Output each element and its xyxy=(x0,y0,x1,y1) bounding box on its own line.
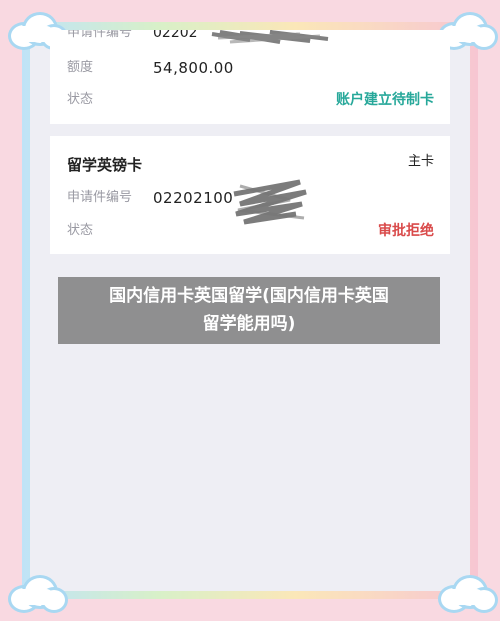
status-row: 状态 账户建立待制卡 xyxy=(67,89,434,111)
status-value: 账户建立待制卡 xyxy=(336,92,434,108)
cloud-icon xyxy=(8,575,68,613)
application-card[interactable]: 申请件编号 02202 额度 54,800.00 状态 账户建立待制卡 xyxy=(50,30,450,124)
amount-row: 额度 54,800.00 xyxy=(67,57,434,79)
redaction-scribble xyxy=(211,30,329,44)
application-card[interactable]: 留学英镑卡 主卡 申请件编号 02202100 状态 审批拒绝 xyxy=(50,136,450,254)
article-title-overlay: 国内信用卡英国留学(国内信用卡英国 留学能用吗) xyxy=(58,277,440,344)
application-number-label: 申请件编号 xyxy=(67,30,133,40)
amount-label: 额度 xyxy=(67,60,94,75)
application-number-label: 申请件编号 xyxy=(67,190,133,205)
caption-line-1: 国内信用卡英国留学(国内信用卡英国 xyxy=(109,286,389,306)
redaction-scribble xyxy=(233,179,307,225)
card-product-title: 留学英镑卡 xyxy=(67,156,143,174)
application-number-value: 02202 xyxy=(153,30,198,41)
amount-value: 54,800.00 xyxy=(153,59,234,77)
status-label: 状态 xyxy=(67,223,94,238)
cloud-icon xyxy=(438,575,498,613)
status-row: 状态 审批拒绝 xyxy=(67,220,434,242)
card-type-tag: 主卡 xyxy=(407,154,434,169)
status-label: 状态 xyxy=(67,92,94,107)
status-value: 审批拒绝 xyxy=(378,223,434,239)
caption-line-2: 留学能用吗) xyxy=(202,314,296,334)
application-number-value: 02202100 xyxy=(153,189,234,207)
